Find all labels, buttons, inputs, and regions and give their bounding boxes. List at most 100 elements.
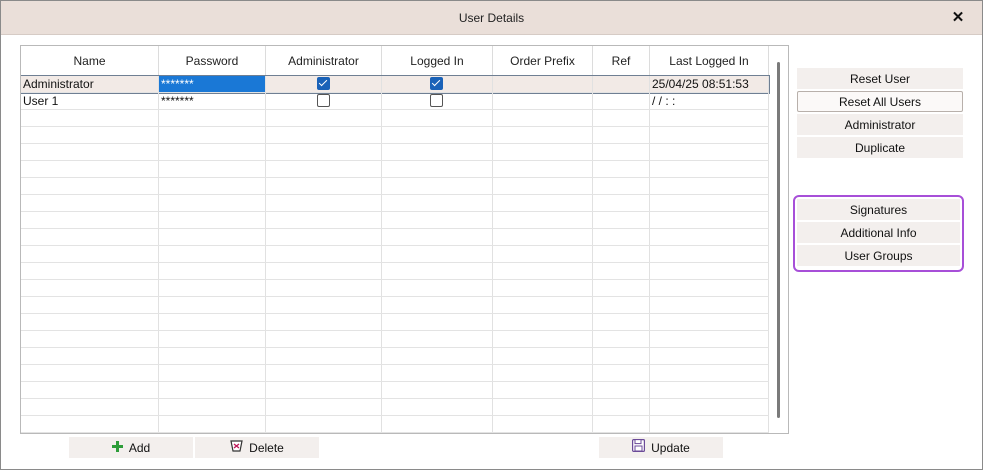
table-row-empty[interactable]: [21, 246, 769, 263]
cell-name[interactable]: [21, 229, 159, 245]
cell-ref[interactable]: [593, 161, 650, 177]
cell-password[interactable]: [159, 229, 266, 245]
column-header-administrator[interactable]: Administrator: [266, 46, 382, 76]
cell-ref[interactable]: [593, 263, 650, 279]
cell-order-prefix[interactable]: [493, 229, 593, 245]
cell-order-prefix[interactable]: [493, 280, 593, 296]
cell-administrator[interactable]: [266, 314, 382, 330]
cell-ref[interactable]: [593, 178, 650, 194]
cell-logged-in[interactable]: [382, 246, 493, 262]
column-header-name[interactable]: Name: [21, 46, 159, 76]
cell-order-prefix[interactable]: [493, 348, 593, 364]
cell-logged-in[interactable]: [382, 93, 493, 109]
cell-logged-in[interactable]: [382, 110, 493, 126]
column-header-ref[interactable]: Ref: [593, 46, 650, 76]
table-row-empty[interactable]: [21, 280, 769, 297]
cell-name[interactable]: [21, 127, 159, 143]
cell-logged-in[interactable]: [382, 144, 493, 160]
cell-order-prefix[interactable]: [493, 297, 593, 313]
cell-logged-in[interactable]: [382, 161, 493, 177]
additional-info-button[interactable]: Additional Info: [797, 222, 960, 243]
cell-order-prefix[interactable]: [493, 212, 593, 228]
cell-order-prefix[interactable]: [493, 365, 593, 381]
cell-last-logged-in[interactable]: [650, 178, 769, 194]
table-row-empty[interactable]: [21, 416, 769, 433]
cell-order-prefix[interactable]: [493, 161, 593, 177]
cell-password[interactable]: [159, 127, 266, 143]
cell-logged-in[interactable]: [382, 314, 493, 330]
cell-administrator[interactable]: [266, 127, 382, 143]
cell-name[interactable]: [21, 110, 159, 126]
cell-ref[interactable]: [593, 399, 650, 415]
cell-administrator[interactable]: [266, 229, 382, 245]
cell-logged-in[interactable]: [382, 229, 493, 245]
cell-name[interactable]: [21, 263, 159, 279]
update-button[interactable]: Update: [599, 437, 723, 458]
cell-password[interactable]: [159, 331, 266, 347]
cell-ref[interactable]: [593, 246, 650, 262]
cell-administrator[interactable]: [266, 348, 382, 364]
cell-order-prefix[interactable]: [493, 110, 593, 126]
cell-administrator[interactable]: [266, 365, 382, 381]
cell-logged-in[interactable]: [382, 399, 493, 415]
table-row-empty[interactable]: [21, 314, 769, 331]
administrator-checkbox[interactable]: [316, 77, 330, 90]
cell-ref[interactable]: [593, 212, 650, 228]
cell-logged-in[interactable]: [382, 76, 493, 92]
cell-logged-in[interactable]: [382, 382, 493, 398]
cell-password[interactable]: [159, 212, 266, 228]
cell-name[interactable]: [21, 144, 159, 160]
cell-name[interactable]: [21, 365, 159, 381]
cell-last-logged-in[interactable]: [650, 399, 769, 415]
cell-ref[interactable]: [593, 127, 650, 143]
cell-order-prefix[interactable]: [493, 127, 593, 143]
cell-last-logged-in[interactable]: [650, 229, 769, 245]
administrator-button[interactable]: Administrator: [797, 114, 963, 135]
cell-logged-in[interactable]: [382, 212, 493, 228]
cell-ref[interactable]: [593, 416, 650, 432]
cell-administrator[interactable]: [266, 263, 382, 279]
cell-last-logged-in[interactable]: [650, 246, 769, 262]
users-grid[interactable]: Name Password Administrator Logged In Or…: [20, 45, 789, 434]
cell-logged-in[interactable]: [382, 280, 493, 296]
cell-password[interactable]: [159, 263, 266, 279]
cell-name[interactable]: [21, 331, 159, 347]
cell-order-prefix[interactable]: [493, 331, 593, 347]
cell-logged-in[interactable]: [382, 297, 493, 313]
cell-password[interactable]: [159, 348, 266, 364]
cell-logged-in[interactable]: [382, 178, 493, 194]
cell-last-logged-in[interactable]: [650, 331, 769, 347]
reset-user-button[interactable]: Reset User: [797, 68, 963, 89]
cell-ref[interactable]: [593, 331, 650, 347]
add-button[interactable]: Add: [69, 437, 193, 458]
cell-ref[interactable]: [593, 297, 650, 313]
cell-last-logged-in[interactable]: [650, 212, 769, 228]
cell-order-prefix[interactable]: [493, 144, 593, 160]
administrator-checkbox[interactable]: [316, 94, 330, 107]
cell-administrator[interactable]: [266, 399, 382, 415]
cell-order-prefix[interactable]: [493, 263, 593, 279]
cell-administrator[interactable]: [266, 280, 382, 296]
cell-password[interactable]: [159, 161, 266, 177]
cell-last-logged-in[interactable]: [650, 314, 769, 330]
delete-button[interactable]: Delete: [195, 437, 319, 458]
cell-name[interactable]: [21, 195, 159, 211]
cell-administrator[interactable]: [266, 212, 382, 228]
column-header-order-prefix[interactable]: Order Prefix: [493, 46, 593, 76]
cell-logged-in[interactable]: [382, 365, 493, 381]
cell-logged-in[interactable]: [382, 195, 493, 211]
table-row-empty[interactable]: [21, 144, 769, 161]
table-row-empty[interactable]: [21, 348, 769, 365]
cell-logged-in[interactable]: [382, 263, 493, 279]
cell-administrator[interactable]: [266, 110, 382, 126]
table-row-empty[interactable]: [21, 127, 769, 144]
cell-password[interactable]: [159, 382, 266, 398]
cell-last-logged-in[interactable]: / / : :: [650, 93, 769, 109]
table-row-empty[interactable]: [21, 110, 769, 127]
table-row[interactable]: Administrator ******* 25/04/25 08:51:53: [21, 75, 770, 94]
cell-logged-in[interactable]: [382, 416, 493, 432]
cell-order-prefix[interactable]: [493, 399, 593, 415]
cell-ref[interactable]: [593, 76, 650, 92]
cell-administrator[interactable]: [266, 76, 382, 92]
column-header-password[interactable]: Password: [159, 46, 266, 76]
